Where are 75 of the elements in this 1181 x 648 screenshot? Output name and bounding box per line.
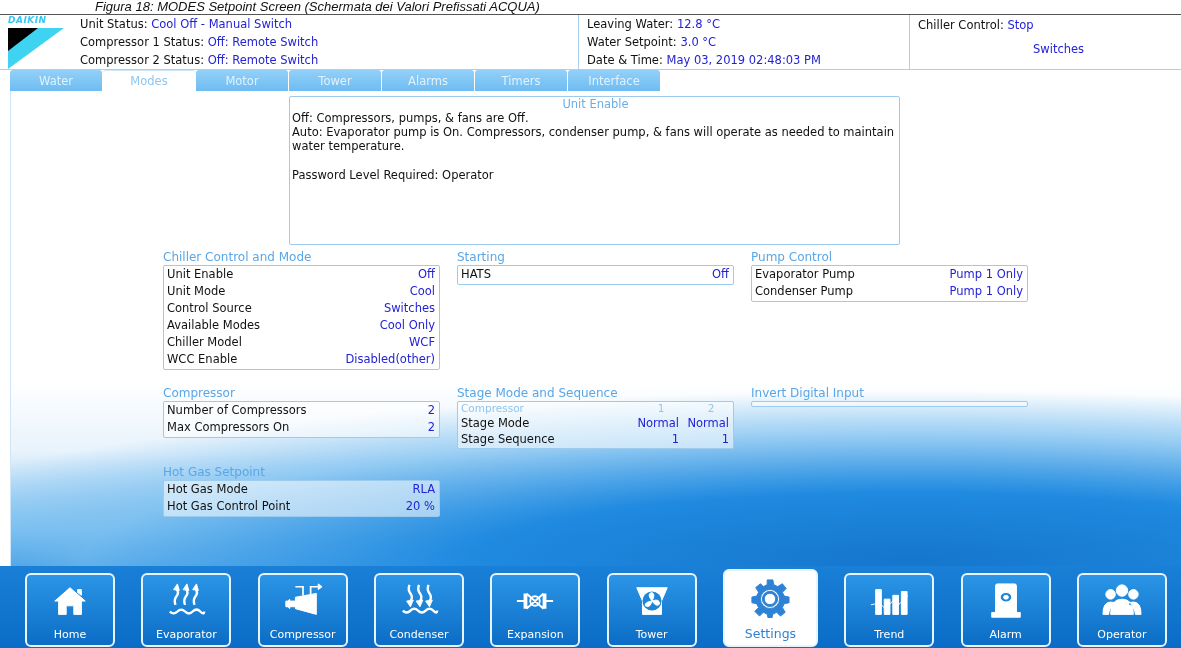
setting-value[interactable]: 1	[679, 431, 729, 447]
column-header: 2	[706, 402, 716, 415]
setting-value[interactable]: 2	[427, 402, 435, 419]
setting-value[interactable]: Off	[418, 266, 435, 283]
setting-value[interactable]: Normal	[629, 415, 679, 431]
section-title: Starting	[457, 250, 506, 265]
status-value: Cool Off - Manual Switch	[151, 17, 293, 31]
column-header: 1	[656, 402, 666, 415]
reading-label: Water Setpoint: 3.0 °C	[587, 35, 718, 49]
control-value: Stop	[1007, 18, 1034, 32]
status-value: Off: Remote Switch	[207, 35, 319, 49]
reading-value: 3.0 °C	[680, 35, 717, 49]
nav-button[interactable]: Alarm	[960, 572, 1051, 647]
setting-label: Control Source	[167, 300, 252, 317]
nav-button[interactable]: Condenser	[374, 572, 464, 647]
setting-value[interactable]: Cool	[409, 283, 435, 300]
settings-icon	[750, 577, 791, 618]
setting-value[interactable]: Normal	[679, 415, 729, 431]
status-value: Off: Remote Switch	[207, 53, 319, 67]
nav-button[interactable]: Tower	[606, 572, 697, 647]
setting-label: Chiller Model	[167, 334, 242, 351]
column-header: Compressor	[461, 402, 525, 415]
setting-label: Available Modes	[167, 317, 261, 334]
setting-label: Hot Gas Control Point	[167, 498, 291, 515]
setting-label: Unit Enable	[167, 266, 234, 283]
setting-value[interactable]: 1	[629, 431, 679, 447]
reading-label: Date & Time: May 03, 2019 02:48:03 PM	[587, 53, 822, 67]
setting-label: WCC Enable	[167, 351, 238, 368]
figure-caption: Figura 18: MODES Setpoint Screen (Schermata dei Valori Prefissati ACQUA)	[0, 0, 1181, 15]
nav-button[interactable]: Operator	[1076, 572, 1167, 647]
setting-label: Stage Mode	[461, 415, 531, 431]
status-label: Compressor 2 Status: Off: Remote Switch	[80, 53, 320, 67]
section-title: Hot Gas Setpoint	[163, 465, 266, 480]
nav-button[interactable]: Home	[25, 572, 115, 647]
setting-label: Hot Gas Mode	[167, 481, 248, 498]
setting-value[interactable]: WCF	[409, 334, 435, 351]
status-label: Unit Status: Cool Off - Manual Switch	[80, 17, 294, 31]
section-title: Stage Mode and Sequence	[457, 386, 619, 401]
reading-value: 12.8 °C	[676, 17, 720, 31]
nav-button[interactable]: Evaporator	[141, 572, 232, 647]
setting-label: Evaporator Pump	[755, 266, 855, 283]
help-text: Off: Compressors, pumps, & fans are Off.	[292, 111, 530, 125]
section-title: Compressor	[163, 386, 236, 401]
help-text: Password Level Required: Operator	[292, 168, 495, 182]
section-title: Invert Digital Input	[751, 386, 865, 401]
setting-value[interactable]: RLA	[412, 481, 435, 498]
setting-value[interactable]: Pump 1 Only	[949, 283, 1023, 300]
setting-label: Number of Compressors	[167, 402, 307, 419]
nav-button[interactable]: Compressor	[257, 572, 348, 647]
reading-value: May 03, 2019 02:48:03 PM	[666, 53, 821, 67]
status-label: Compressor 1 Status: Off: Remote Switch	[80, 35, 320, 49]
control-label: Chiller Control: Stop	[918, 18, 1035, 32]
setting-value[interactable]: 20 %	[405, 498, 435, 515]
logo-icon	[8, 25, 64, 69]
section-title: Pump Control	[751, 250, 834, 265]
help-text: Auto: Evaporator pump is On. Compressors, condenser pump, & fans will operate as needed to maintain water temperature.	[292, 125, 896, 153]
setting-value[interactable]: Off	[712, 266, 729, 283]
nav-button[interactable]: Trend	[844, 572, 935, 647]
setting-value[interactable]: 2	[427, 419, 435, 436]
setting-value[interactable]: Disabled(other)	[345, 351, 435, 368]
nav-button[interactable]: Expansion	[490, 572, 581, 647]
reading-label: Leaving Water: 12.8 °C	[587, 17, 721, 31]
logo-text: DAIKIN	[8, 15, 48, 25]
control-source: Switches	[1032, 42, 1086, 56]
setting-label: Condenser Pump	[755, 283, 853, 300]
setting-label: HATS	[461, 266, 491, 283]
setting-value[interactable]: Pump 1 Only	[949, 266, 1023, 283]
section-title: Chiller Control and Mode	[163, 250, 313, 265]
setting-value[interactable]: Cool Only	[379, 317, 435, 334]
setting-label: Unit Mode	[167, 283, 226, 300]
setting-label: Max Compressors On	[167, 419, 290, 436]
setting-value[interactable]: Switches	[383, 300, 435, 317]
setting-label: Stage Sequence	[461, 431, 556, 447]
help-title: Unit Enable	[561, 97, 630, 111]
nav-button[interactable]: Settings	[722, 568, 818, 647]
